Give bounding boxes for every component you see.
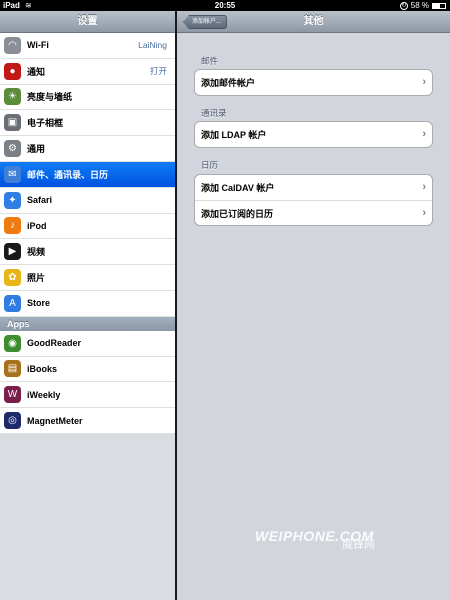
master-title: 设置 (77, 16, 98, 27)
picture-frame-icon: ▣ (4, 114, 21, 132)
settings-item-label: Safari (27, 195, 53, 206)
cell-label: 添加 LDAP 帐户 (201, 130, 267, 140)
ipod-icon: ♪ (4, 217, 21, 235)
group-calendar: 添加 CalDAV 帐户 › 添加已订阅的日历 › (194, 174, 433, 226)
chevron-right-icon: › (422, 207, 426, 219)
settings-item-label: iWeekly (27, 389, 61, 400)
settings-item-label: MagnetMeter (27, 415, 83, 426)
settings-item-wifi[interactable]: ◠ Wi-Fi LaiNing (0, 33, 175, 59)
settings-item-label: 通知 (27, 66, 46, 77)
settings-item-general[interactable]: ⚙ 通用 (0, 136, 175, 162)
cell-label: 添加已订阅的日历 (201, 208, 274, 219)
iweekly-icon: W (4, 386, 21, 404)
magnetmeter-icon: ◎ (4, 412, 21, 430)
settings-item-ipod[interactable]: ♪ iPod (0, 213, 175, 240)
goodreader-icon: ◉ (4, 334, 21, 352)
video-icon: ▶ (4, 243, 21, 261)
group-header-mail: 邮件 (201, 56, 219, 66)
settings-item-label: 电子相框 (27, 118, 64, 129)
chevron-right-icon: › (422, 76, 426, 88)
safari-icon: ✦ (4, 191, 21, 209)
group-header-calendar: 日历 (201, 160, 219, 170)
settings-item-safari[interactable]: ✦ Safari (0, 187, 175, 214)
group-contacts: 添加 LDAP 帐户 › (194, 121, 433, 148)
ibooks-icon: ▤ (4, 360, 21, 378)
cell-label: 添加邮件帐户 (201, 78, 256, 88)
watermark-logo: WEIPHONE.COM (255, 528, 374, 544)
settings-item-mail[interactable]: ✉ 邮件、通讯录、日历 (0, 161, 175, 188)
settings-item-magnetmeter[interactable]: ◎ MagnetMeter (0, 408, 175, 434)
settings-master-pane: 设置 ◠ Wi-Fi LaiNing ● 通知 打开 ☀ 亮度与墙纸 ▣ 电子相… (0, 11, 175, 600)
group-header-contacts: 通讯录 (201, 108, 227, 118)
settings-item-label: iBooks (27, 363, 58, 374)
detail-navbar: 添加帐户... 其他 (177, 11, 450, 33)
settings-item-label: Store (27, 298, 51, 309)
settings-item-store[interactable]: A Store (0, 290, 175, 317)
settings-item-iweekly[interactable]: W iWeekly (0, 382, 175, 409)
settings-item-brightness[interactable]: ☀ 亮度与墙纸 (0, 84, 175, 111)
settings-item-photos[interactable]: ✿ 照片 (0, 265, 175, 291)
settings-item-picture-frame[interactable]: ▣ 电子相框 (0, 110, 175, 137)
settings-item-goodreader[interactable]: ◉ GoodReader (0, 330, 175, 357)
rotation-lock-icon: ↻ (399, 1, 408, 10)
apps-section-header: Apps (0, 316, 175, 331)
cell-label: 添加 CalDAV 帐户 (201, 183, 275, 193)
settings-item-detail: 打开 (149, 66, 167, 77)
apps-list: ◉ GoodReader ▤ iBooks W iWeekly ◎ Magnet… (0, 330, 175, 434)
status-bar: iPad ≋ 20:55 ↻ 58 % (0, 0, 450, 11)
settings-item-label: 邮件、通讯录、日历 (27, 169, 109, 180)
mail-icon: ✉ (4, 165, 21, 183)
settings-item-video[interactable]: ▶ 视频 (0, 239, 175, 266)
detail-pane: 添加帐户... 其他 邮件 添加邮件帐户 › 通讯录 添加 LDAP 帐户 › … (177, 11, 450, 600)
chevron-right-icon: › (422, 181, 426, 193)
chevron-right-icon: › (422, 128, 426, 140)
add-ldap-account-cell[interactable]: 添加 LDAP 帐户 › (195, 122, 432, 147)
wifi-icon: ◠ (4, 36, 21, 54)
master-navbar: 设置 (0, 11, 175, 33)
settings-item-label: Wi-Fi (27, 40, 49, 51)
add-subscribed-calendar-cell[interactable]: 添加已订阅的日历 › (195, 200, 432, 225)
gear-icon: ⚙ (4, 140, 21, 158)
settings-item-label: iPod (27, 220, 47, 231)
clock: 20:55 (214, 1, 236, 10)
settings-list: ◠ Wi-Fi LaiNing ● 通知 打开 ☀ 亮度与墙纸 ▣ 电子相框 ⚙… (0, 33, 175, 317)
settings-item-label: 照片 (27, 273, 46, 284)
add-caldav-account-cell[interactable]: 添加 CalDAV 帐户 › (195, 175, 432, 200)
brightness-wallpaper-icon: ☀ (4, 88, 21, 106)
battery-percent: 58 % (410, 1, 429, 10)
settings-item-ibooks[interactable]: ▤ iBooks (0, 356, 175, 383)
settings-item-notifications[interactable]: ● 通知 打开 (0, 58, 175, 85)
settings-item-label: 视频 (27, 247, 46, 258)
group-mail: 添加邮件帐户 › (194, 69, 433, 96)
battery-icon (432, 2, 446, 9)
photos-icon: ✿ (4, 269, 21, 287)
add-mail-account-cell[interactable]: 添加邮件帐户 › (195, 70, 432, 95)
store-icon: A (4, 294, 21, 312)
settings-item-detail: LaiNing (138, 40, 167, 51)
settings-item-label: GoodReader (27, 338, 82, 349)
notifications-icon: ● (4, 62, 21, 80)
detail-title: 其他 (303, 16, 324, 27)
settings-item-label: 通用 (27, 144, 46, 155)
settings-item-label: 亮度与墙纸 (27, 92, 73, 103)
